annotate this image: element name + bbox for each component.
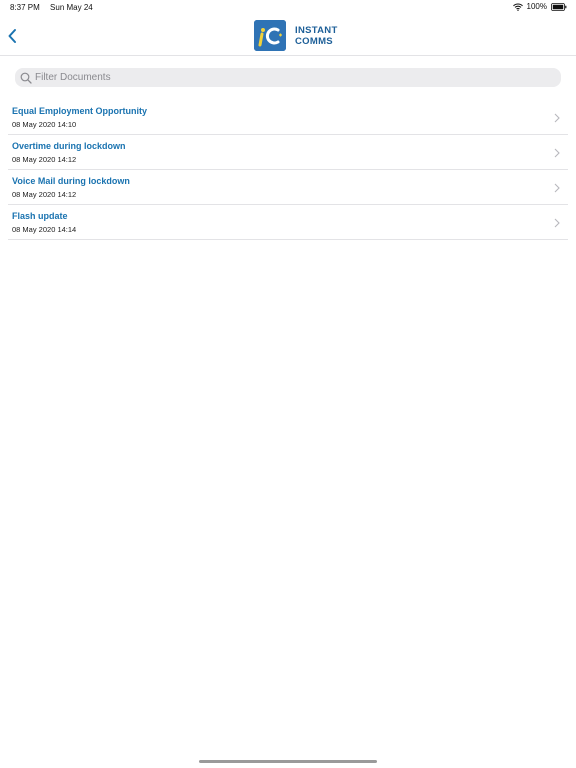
screen: 8:37 PM Sun May 24 100% INSTANT COMMS Fi… [0, 0, 576, 768]
document-row-1[interactable]: Equal Employment Opportunity 08 May 2020… [8, 100, 568, 135]
home-indicator[interactable] [199, 760, 377, 763]
document-row-4[interactable]: Flash update 08 May 2020 14:14 [8, 205, 568, 240]
nav-bar: INSTANT COMMS [0, 14, 576, 56]
search-icon [20, 72, 32, 84]
document-title: Voice Mail during lockdown [12, 176, 130, 186]
battery-icon [551, 2, 567, 11]
document-title: Flash update [12, 211, 68, 221]
chevron-right-icon [554, 183, 560, 193]
logo-line1: INSTANT [295, 24, 338, 36]
document-row-2[interactable]: Overtime during lockdown 08 May 2020 14:… [8, 135, 568, 170]
document-date: 08 May 2020 14:12 [12, 155, 77, 164]
document-date: 08 May 2020 14:14 [12, 225, 77, 234]
document-row-3[interactable]: Voice Mail during lockdown 08 May 2020 1… [8, 170, 568, 205]
search-bar[interactable] [15, 68, 561, 87]
filter-documents-input[interactable] [35, 72, 535, 83]
logo-line2: COMMS [295, 35, 333, 47]
document-date: 08 May 2020 14:12 [12, 190, 77, 199]
instant-comms-logo-icon [254, 20, 286, 51]
document-date: 08 May 2020 14:10 [12, 120, 77, 129]
chevron-right-icon [554, 113, 560, 123]
app-logo: INSTANT COMMS [254, 20, 338, 51]
back-button[interactable] [4, 26, 22, 46]
status-date: Sun May 24 [50, 3, 93, 12]
chevron-left-icon [8, 29, 16, 43]
wifi-icon [512, 3, 523, 11]
status-bar: 8:37 PM Sun May 24 100% [0, 0, 576, 14]
document-title: Overtime during lockdown [12, 141, 126, 151]
logo-text: INSTANT COMMS [295, 25, 338, 47]
status-right: 100% [512, 2, 567, 11]
chevron-right-icon [554, 148, 560, 158]
status-time: 8:37 PM [10, 3, 40, 12]
chevron-right-icon [554, 218, 560, 228]
document-title: Equal Employment Opportunity [12, 106, 148, 116]
document-list: Equal Employment Opportunity 08 May 2020… [8, 100, 568, 240]
battery-percent: 100% [526, 2, 547, 11]
status-left: 8:37 PM Sun May 24 [10, 3, 93, 12]
